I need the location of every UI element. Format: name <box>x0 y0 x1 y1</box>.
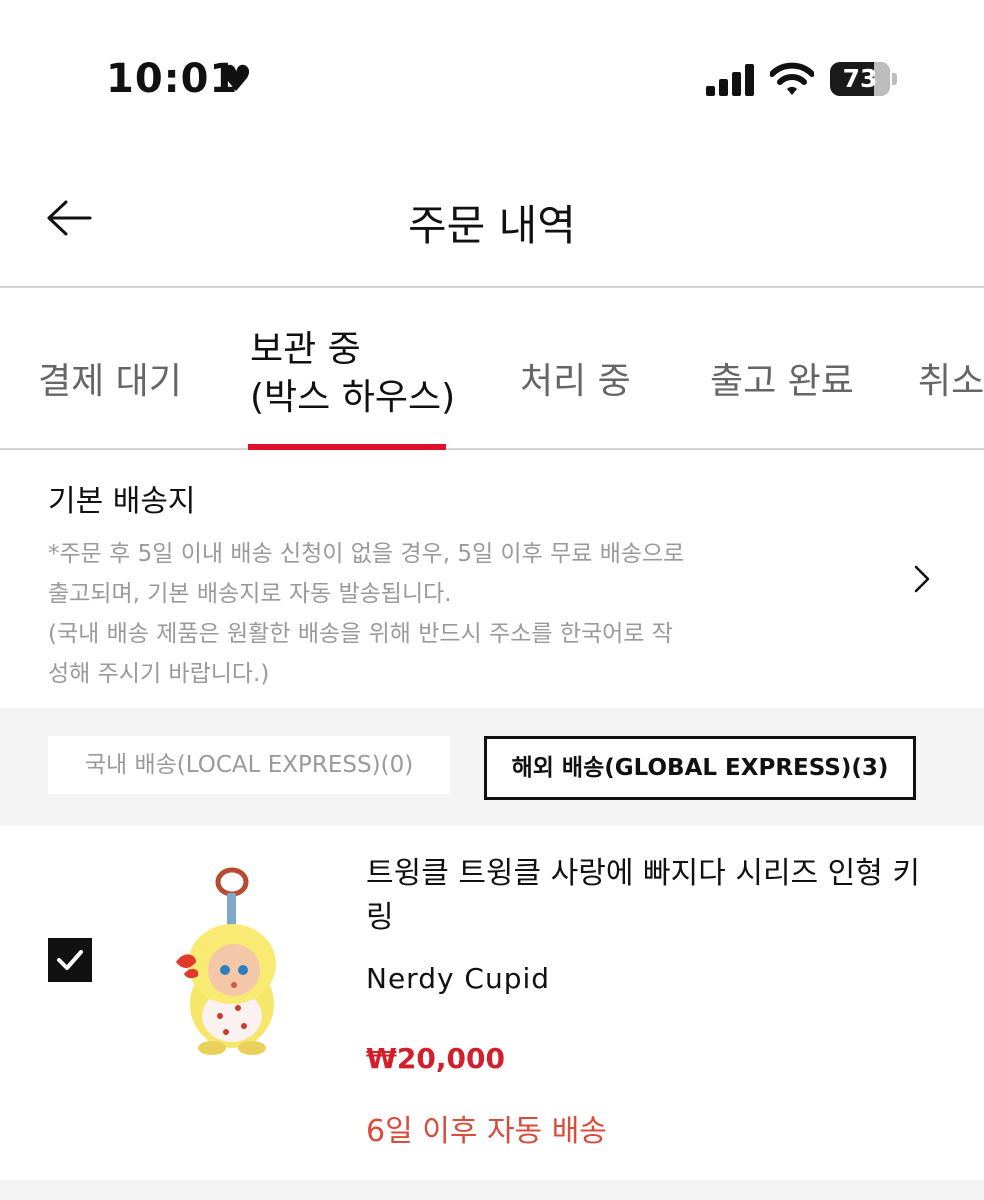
product-brand: Nerdy Cupid <box>366 962 551 995</box>
notice-line: 출고되며, 기본 배송지로 자동 발송됩니다. <box>48 581 452 607</box>
tab-processing[interactable]: 처리 중 <box>520 352 631 404</box>
default-address-section[interactable]: 기본 배송지 *주문 후 5일 이내 배송 신청이 없을 경우, 5일 이후 무… <box>0 452 984 708</box>
battery-icon: 73 <box>830 62 898 96</box>
page-title: 주문 내역 <box>408 201 576 250</box>
status-time: 10:01 <box>106 56 239 102</box>
default-address-notice: *주문 후 5일 이내 배송 신청이 없을 경우, 5일 이후 무료 배송으로 … <box>48 534 748 694</box>
battery-body: 73 <box>830 62 890 96</box>
heart-icon: ♥ <box>220 59 253 100</box>
order-status-tabs: 결제 대기 보관 중 (박스 하우스) 처리 중 출고 완료 취소 <box>0 288 984 450</box>
product-item: 트윙클 트윙클 사랑에 빠지다 시리즈 인형 키링 Nerdy Cupid ₩2… <box>0 826 984 1180</box>
local-express-filter-button[interactable]: 국내 배송(LOCAL EXPRESS)(0) <box>48 736 450 794</box>
tab-shipped[interactable]: 출고 완료 <box>710 352 854 404</box>
product-image-keyring-doll[interactable] <box>160 866 300 1056</box>
tab-in-storage[interactable]: 보관 중 (박스 하우스) <box>250 326 455 422</box>
notice-line: *주문 후 5일 이내 배송 신청이 없을 경우, 5일 이후 무료 배송으로 <box>48 541 685 567</box>
wifi-icon <box>770 62 814 95</box>
global-express-filter-button[interactable]: 해외 배송(GLOBAL EXPRESS)(3) <box>484 736 916 800</box>
tab-in-storage-line1: 보관 중 <box>250 329 361 370</box>
chevron-right-icon[interactable] <box>908 564 934 594</box>
shipping-filter-area: 국내 배송(LOCAL EXPRESS)(0) 해외 배송(GLOBAL EXP… <box>0 708 984 826</box>
notice-line: 성해 주시기 바랍니다.) <box>48 661 270 687</box>
tab-cancelled[interactable]: 취소 <box>918 352 984 404</box>
product-checkbox[interactable] <box>48 938 92 982</box>
product-price: ₩20,000 <box>366 1042 505 1075</box>
battery-tip <box>892 73 897 85</box>
notice-line: (국내 배송 제품은 원활한 배송을 위해 반드시 주소를 한국어로 작 <box>48 621 673 647</box>
bottom-divider-strip <box>0 1180 984 1200</box>
signal-icon <box>706 64 754 96</box>
product-name[interactable]: 트윙클 트윙클 사랑에 빠지다 시리즈 인형 키링 <box>366 852 926 940</box>
status-bar: 10:01 ♥ 73 <box>0 0 984 160</box>
header: 주문 내역 <box>0 160 984 288</box>
auto-shipping-note: 6일 이후 자동 배송 <box>366 1114 607 1149</box>
battery-level: 73 <box>842 64 878 93</box>
tab-in-storage-line2: (박스 하우스) <box>250 377 456 418</box>
tab-payment-pending[interactable]: 결제 대기 <box>38 352 182 404</box>
active-tab-indicator <box>248 444 446 450</box>
default-address-title: 기본 배송지 <box>48 484 196 519</box>
